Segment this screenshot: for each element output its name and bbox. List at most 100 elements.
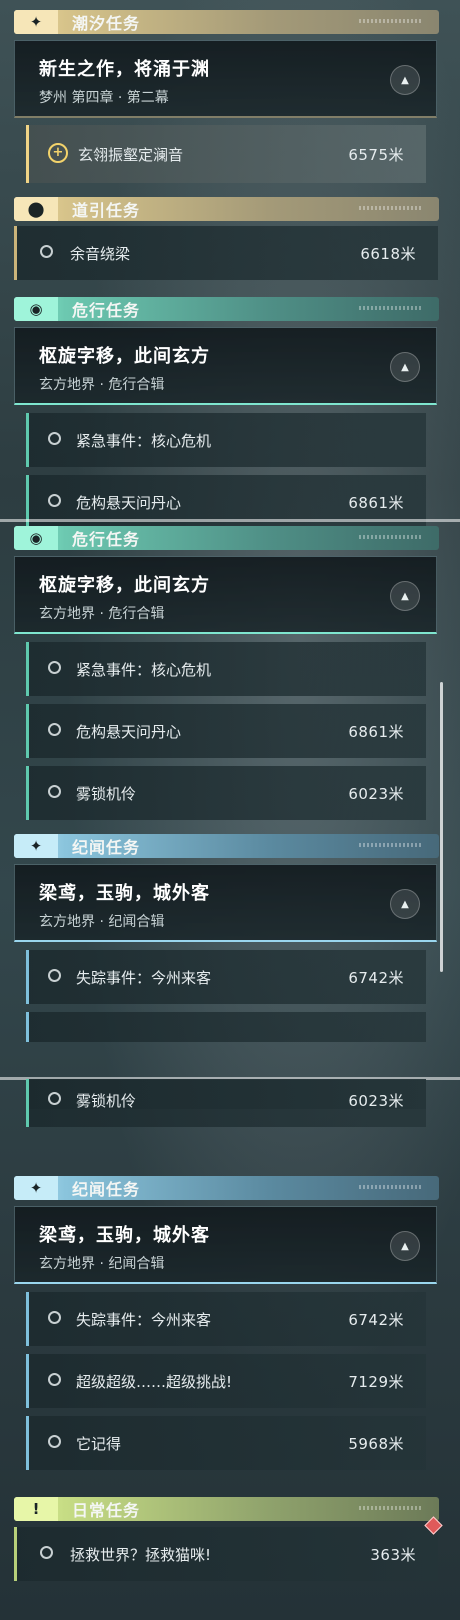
danger-task-row[interactable]: 紧急事件：核心危机 xyxy=(26,413,426,467)
collapse-chevron-icon[interactable]: ▲ xyxy=(390,1231,420,1261)
location-pin-icon: ⬤ xyxy=(14,197,58,221)
chapter-title: 梁鸢，玉驹，城外客 xyxy=(39,883,210,904)
guide-task-row[interactable]: 余音绕梁 6618米 xyxy=(14,226,438,280)
chronicle-chapter-card[interactable]: 梁鸢，玉驹，城外客 玄方地界 · 纪闻合辑 ▲ xyxy=(14,864,437,942)
chapter-subtitle: 玄方地界 · 危行合辑 xyxy=(39,606,165,622)
danger-eye-icon: ◉ xyxy=(14,526,58,550)
header-decoration xyxy=(359,1506,421,1510)
chronicle-task-row-partial[interactable] xyxy=(26,1012,426,1042)
collapse-chevron-icon[interactable]: ▲ xyxy=(390,65,420,95)
task-distance: 5968米 xyxy=(348,1435,404,1453)
task-accent-bar xyxy=(14,1527,17,1581)
danger-eye-icon: ◉ xyxy=(14,297,58,321)
task-status-circle-icon xyxy=(40,1546,53,1559)
chronicle-chapter-card[interactable]: 梁鸢，玉驹，城外客 玄方地界 · 纪闻合辑 ▲ xyxy=(14,1206,437,1284)
task-distance: 6861米 xyxy=(348,723,404,741)
danger-task-row[interactable]: 危构悬天问丹心 6861米 xyxy=(26,704,426,758)
collapse-chevron-icon[interactable]: ▲ xyxy=(390,889,420,919)
danger-task-row[interactable]: 雾锁机伶 6023米 xyxy=(26,1079,426,1127)
task-accent-bar xyxy=(26,125,29,183)
task-status-circle-icon xyxy=(48,432,61,445)
tracking-star-icon: + xyxy=(48,143,68,163)
tide-quest-header-title: 潮汐任务 xyxy=(72,14,141,33)
task-distance: 7129米 xyxy=(348,1373,404,1391)
task-name: 失踪事件：今州来客 xyxy=(76,1311,212,1329)
danger-chapter-card[interactable]: 枢旋字移，此间玄方 玄方地界 · 危行合辑 ▲ xyxy=(14,327,437,405)
tide-quest-header[interactable]: ✦ 潮汐任务 xyxy=(14,10,439,34)
task-name: 紧急事件：核心危机 xyxy=(76,432,212,450)
collapse-chevron-icon[interactable]: ▲ xyxy=(390,352,420,382)
task-name: 超级超级……超级挑战! xyxy=(76,1373,233,1391)
task-accent-bar xyxy=(14,226,17,280)
header-decoration xyxy=(359,1185,421,1189)
task-status-circle-icon xyxy=(48,661,61,674)
task-name: 紧急事件：核心危机 xyxy=(76,661,212,679)
task-distance: 6575米 xyxy=(348,146,404,164)
task-accent-bar xyxy=(26,1416,29,1470)
task-accent-bar xyxy=(26,1354,29,1408)
quest-list-view-3: 雾锁机伶 6023米 ✦ 纪闻任务 梁鸢，玉驹，城外客 玄方地界 · 纪闻合辑 … xyxy=(0,1079,460,1620)
guide-quest-header-title: 道引任务 xyxy=(72,201,141,220)
scrollbar-thumb[interactable] xyxy=(440,682,443,972)
task-accent-bar xyxy=(26,766,29,820)
danger-task-row[interactable]: 紧急事件：核心危机 xyxy=(26,642,426,696)
guide-quest-header[interactable]: ⬤ 道引任务 xyxy=(14,197,439,221)
task-distance: 6742米 xyxy=(348,969,404,987)
task-status-circle-icon xyxy=(48,1435,61,1448)
header-decoration xyxy=(359,306,421,310)
task-status-circle-icon xyxy=(40,245,53,258)
chapter-subtitle: 梦州 第四章 · 第二幕 xyxy=(39,90,169,106)
chronicle-task-row[interactable]: 超级超级……超级挑战! 7129米 xyxy=(26,1354,426,1408)
task-name: 雾锁机伶 xyxy=(76,785,137,803)
task-accent-bar xyxy=(26,642,29,696)
chapter-title: 梁鸢，玉驹，城外客 xyxy=(39,1225,210,1246)
task-name: 危构悬天问丹心 xyxy=(76,723,182,741)
danger-quest-header[interactable]: ◉ 危行任务 xyxy=(14,297,439,321)
task-name: 失踪事件：今州来客 xyxy=(76,969,212,987)
task-status-circle-icon xyxy=(48,1092,61,1105)
chronicle-quest-header[interactable]: ✦ 纪闻任务 xyxy=(14,834,439,858)
chronicle-task-row[interactable]: 它记得 5968米 xyxy=(26,1416,426,1470)
chapter-title: 枢旋字移，此间玄方 xyxy=(39,346,210,367)
chronicle-quest-header[interactable]: ✦ 纪闻任务 xyxy=(14,1176,439,1200)
task-status-circle-icon xyxy=(48,1311,61,1324)
task-status-circle-icon xyxy=(48,723,61,736)
danger-chapter-card[interactable]: 枢旋字移，此间玄方 玄方地界 · 危行合辑 ▲ xyxy=(14,556,437,634)
exclamation-box-icon: ! xyxy=(14,1497,58,1521)
chronicle-task-row[interactable]: 失踪事件：今州来客 6742米 xyxy=(26,950,426,1004)
header-decoration xyxy=(359,843,421,847)
quest-list-view-2: ◉ 危行任务 枢旋字移，此间玄方 玄方地界 · 危行合辑 ▲ 紧急事件：核心危机… xyxy=(0,522,460,1042)
task-status-circle-icon xyxy=(48,494,61,507)
task-distance: 6742米 xyxy=(348,1311,404,1329)
task-name: 玄翎振壑定澜音 xyxy=(78,146,184,164)
task-distance: 6618米 xyxy=(360,245,416,263)
task-distance: 6023米 xyxy=(348,785,404,803)
tide-chapter-card[interactable]: 新生之作，将涌于渊 梦州 第四章 · 第二幕 ▲ xyxy=(14,40,437,118)
daily-task-row[interactable]: 拯救世界？拯救猫咪! 363米 xyxy=(14,1516,443,1581)
chapter-subtitle: 玄方地界 · 危行合辑 xyxy=(39,377,165,393)
task-name: 危构悬天问丹心 xyxy=(76,494,182,512)
chapter-subtitle: 玄方地界 · 纪闻合辑 xyxy=(39,1256,165,1272)
danger-quest-header[interactable]: ◉ 危行任务 xyxy=(14,526,439,550)
task-status-circle-icon xyxy=(48,785,61,798)
header-decoration xyxy=(359,535,421,539)
danger-task-row[interactable]: 雾锁机伶 6023米 xyxy=(26,766,426,820)
tide-active-task[interactable]: + 玄翎振壑定澜音 6575米 xyxy=(26,125,426,183)
chronicle-task-row[interactable]: 失踪事件：今州来客 6742米 xyxy=(26,1292,426,1346)
header-decoration xyxy=(359,206,421,210)
chapter-subtitle: 玄方地界 · 纪闻合辑 xyxy=(39,914,165,930)
sparkle-icon: ✦ xyxy=(14,10,58,34)
daily-quest-header-title: 日常任务 xyxy=(72,1501,141,1520)
chronicle-quest-header-title: 纪闻任务 xyxy=(72,1180,141,1199)
task-status-circle-icon xyxy=(48,969,61,982)
task-accent-bar xyxy=(26,1012,29,1042)
daily-quest-header[interactable]: ! 日常任务 xyxy=(14,1497,439,1521)
task-distance: 6861米 xyxy=(348,494,404,512)
task-distance: 363米 xyxy=(370,1546,416,1564)
collapse-chevron-icon[interactable]: ▲ xyxy=(390,581,420,611)
task-name: 余音绕梁 xyxy=(70,245,131,263)
chapter-title: 新生之作，将涌于渊 xyxy=(39,59,210,80)
task-accent-bar xyxy=(26,1292,29,1346)
task-name: 拯救世界？拯救猫咪! xyxy=(70,1546,212,1564)
sparkle-icon: ✦ xyxy=(14,834,58,858)
